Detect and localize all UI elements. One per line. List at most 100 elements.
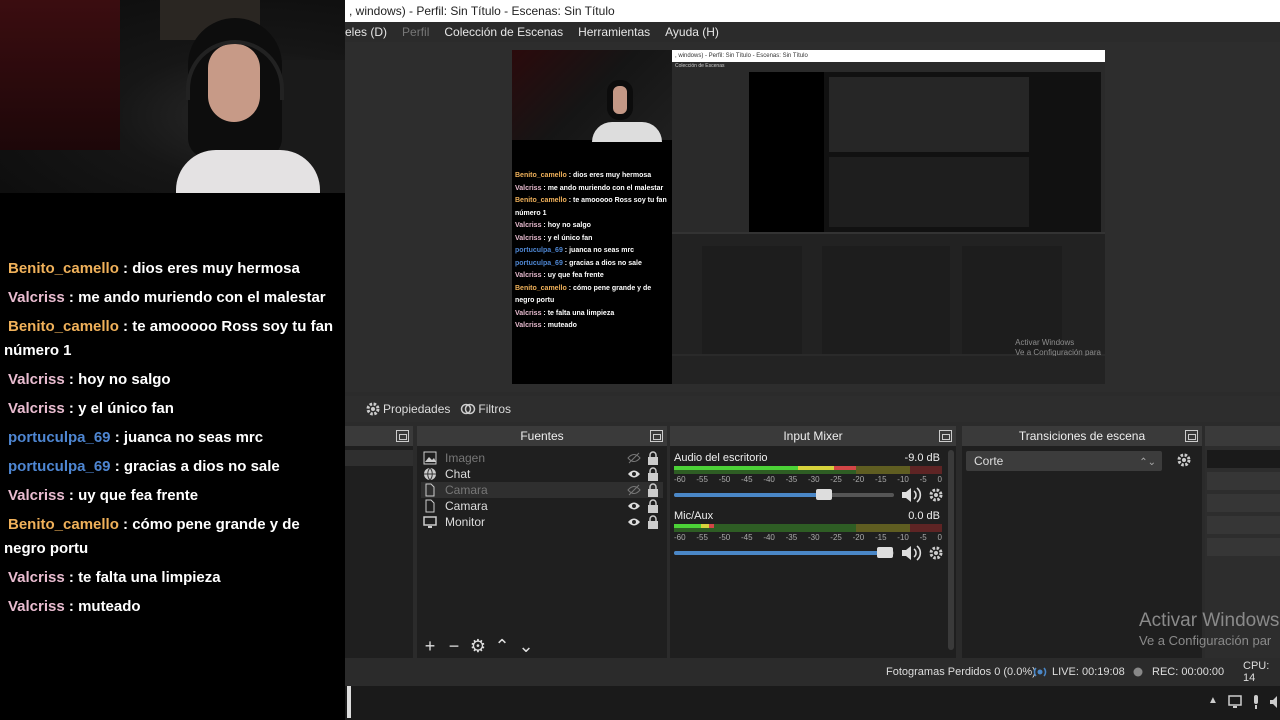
control-button[interactable]: [1207, 516, 1280, 534]
sources-footer: + − ⚙ ⌃ ⌄: [421, 636, 535, 656]
control-button[interactable]: [1207, 494, 1280, 512]
control-button[interactable]: [1207, 538, 1280, 556]
speaker-icon[interactable]: [900, 486, 922, 504]
channel-name: Audio del escritorio: [674, 452, 768, 464]
menu-item-paneles[interactable]: eles (D): [345, 25, 387, 39]
eye-icon[interactable]: [627, 516, 641, 528]
chat-message: Valcriss : te falta una limpieza: [4, 566, 341, 590]
activation-watermark: Activar Windows Ve a Configuración par: [1139, 610, 1279, 650]
volume-slider[interactable]: [674, 489, 894, 500]
chat-message: Valcriss : me ando muriendo con el males…: [4, 286, 341, 310]
volume-meter-fill: [674, 524, 715, 528]
microphone-icon[interactable]: [1251, 694, 1261, 710]
menu-item-coleccion[interactable]: Colección de Escenas: [444, 25, 563, 39]
tray-chevron-icon[interactable]: ▲: [1208, 695, 1218, 706]
browser-icon: [423, 467, 437, 481]
meter-tick: -15: [874, 533, 887, 542]
streamer-body: [176, 150, 320, 193]
meter-tick: -50: [718, 475, 731, 484]
network-icon[interactable]: [1228, 695, 1244, 709]
source-item[interactable]: Chat: [421, 466, 663, 482]
speaker-icon[interactable]: [900, 544, 922, 562]
eye-icon[interactable]: [627, 468, 641, 480]
preview-chat-username: Valcriss: [515, 222, 542, 229]
source-item[interactable]: Monitor: [421, 514, 663, 530]
chat-username: Benito_camello: [8, 260, 119, 277]
cpu-usage: CPU: 14: [1243, 660, 1270, 684]
chat-separator: :: [64, 487, 79, 504]
source-item[interactable]: Imagen: [421, 450, 663, 466]
menu-item-herramientas[interactable]: Herramientas: [578, 25, 650, 39]
sources-dock: Fuentes Imagen Chat Camara Camara Monitor + …: [417, 426, 667, 658]
down-arrow-icon[interactable]: ⌄: [517, 636, 535, 657]
preview-obs-recursion: , windows) - Perfil: Sin Título - Escena…: [672, 50, 1105, 384]
speaker-icon[interactable]: [1269, 695, 1280, 709]
gear-icon[interactable]: [1176, 452, 1192, 468]
meter-tick: -25: [830, 533, 842, 542]
preview-menu-item: Colección de Escenas: [675, 63, 725, 69]
chat-username: Benito_camello: [8, 318, 119, 335]
scene-item[interactable]: [345, 450, 413, 466]
lock-icon[interactable]: [647, 483, 659, 497]
sources-dock-header: Fuentes: [417, 426, 667, 446]
stream-preview[interactable]: Benito_camello : dios eres muy hermosa Va…: [512, 50, 1105, 384]
undock-icon[interactable]: [650, 430, 663, 442]
preview-chat-message: portuculpa_69 : gracias a dios no sale: [515, 258, 672, 271]
menu-item-ayuda[interactable]: Ayuda (H): [665, 25, 719, 39]
meter-tick: -50: [718, 533, 731, 542]
source-item[interactable]: Camara: [421, 498, 663, 514]
eye-hidden-icon[interactable]: [627, 452, 641, 464]
mixer-scrollbar[interactable]: [948, 450, 954, 650]
add-icon[interactable]: +: [421, 636, 439, 657]
gear-icon: [366, 402, 380, 416]
preview-chat-message: Benito_camello : te amooooo Ross soy tu …: [515, 195, 672, 220]
gear-icon[interactable]: [928, 545, 944, 561]
transition-select[interactable]: Corte ⌃⌄: [966, 451, 1162, 471]
filters-label: Filtros: [478, 402, 512, 416]
gear-icon[interactable]: ⚙: [469, 636, 487, 657]
channel-db: -9.0 dB: [904, 452, 940, 464]
chat-text: dios eres muy hermosa: [132, 260, 300, 277]
screen: Benito_camello : dios eres muy hermosa Va…: [0, 0, 1280, 720]
record-icon: [1133, 667, 1143, 677]
chat-message: Benito_camello : cómo pene grande y de n…: [4, 513, 341, 561]
control-button[interactable]: [1207, 450, 1280, 468]
preview-chat-text: hoy no salgo: [547, 222, 591, 229]
volume-slider-handle[interactable]: [815, 489, 832, 500]
remove-icon[interactable]: −: [445, 636, 463, 657]
scenes-dock-header: [345, 426, 413, 446]
channel-name: Mic/Aux: [674, 510, 714, 522]
lock-icon[interactable]: [647, 515, 659, 529]
preview-window-title: , windows) - Perfil: Sin Título - Escena…: [672, 50, 1105, 62]
volume-slider[interactable]: [674, 547, 894, 558]
source-item[interactable]: Camara: [421, 482, 663, 498]
controls-dock-header: [1205, 426, 1280, 446]
sources-list: Imagen Chat Camara Camara Monitor: [421, 450, 663, 530]
undock-icon[interactable]: [939, 430, 952, 442]
properties-button[interactable]: Propiedades: [365, 401, 450, 417]
dropped-frames: Fotogramas Perdidos 0 (0.0%): [886, 666, 1036, 678]
lock-icon[interactable]: [647, 451, 659, 465]
up-arrow-icon[interactable]: ⌃: [493, 636, 511, 657]
scenes-list[interactable]: [345, 446, 413, 658]
preview-chat-username: Valcriss: [515, 322, 542, 329]
scenes-dock: [345, 426, 413, 658]
lock-icon[interactable]: [647, 499, 659, 513]
sources-title: Fuentes: [520, 429, 564, 443]
control-button[interactable]: [1207, 472, 1280, 490]
undock-icon[interactable]: [1185, 430, 1198, 442]
gear-icon[interactable]: [928, 487, 944, 503]
preview-watermark-line1: Activar Windows: [1015, 338, 1075, 347]
preview-chat-username: Valcriss: [515, 309, 542, 317]
volume-slider-handle[interactable]: [877, 547, 894, 558]
eye-icon[interactable]: [627, 500, 641, 512]
undock-icon[interactable]: [396, 430, 409, 442]
meter-tick: -60: [674, 533, 686, 542]
transitions-title: Transiciones de escena: [1018, 429, 1146, 443]
menu-item-perfil[interactable]: Perfil: [402, 25, 429, 39]
eye-hidden-icon[interactable]: [627, 484, 641, 496]
live-broadcast-icon: [1033, 667, 1047, 677]
preview-chat: Benito_camello : dios eres muy hermosa Va…: [512, 170, 672, 333]
lock-icon[interactable]: [647, 467, 659, 481]
filters-button[interactable]: Filtros: [460, 401, 511, 417]
